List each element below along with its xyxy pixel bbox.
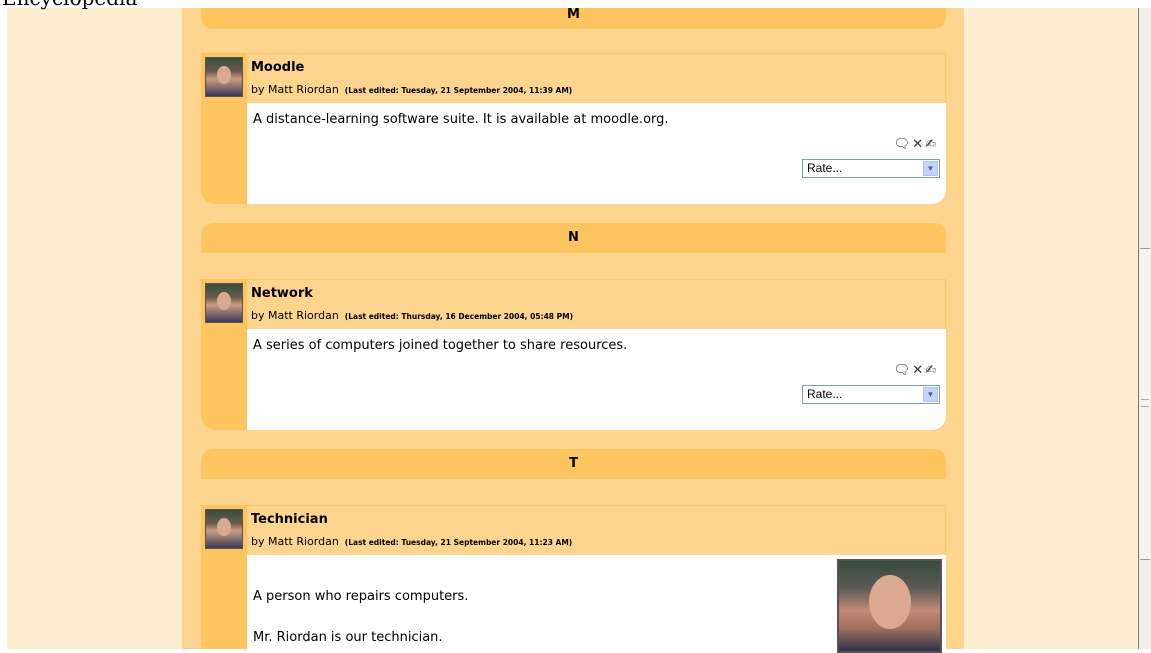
entry-header: Moodle by Matt Riordan (Last edited: Tues… xyxy=(247,53,946,104)
entry-title: Technician xyxy=(251,512,328,527)
avatar[interactable] xyxy=(205,509,243,549)
author-link[interactable]: by Matt Riordan xyxy=(251,83,339,96)
entry-text: A series of computers joined together to… xyxy=(253,338,628,353)
last-edited: (Last edited: Tuesday, 21 September 2004… xyxy=(344,86,573,95)
entry-header: Technician by Matt Riordan (Last edited: … xyxy=(247,505,946,556)
rate-select[interactable]: Rate... ▼ xyxy=(802,385,940,404)
author-link[interactable]: by Matt Riordan xyxy=(251,309,339,322)
vertical-scrollbar[interactable] xyxy=(1138,8,1151,649)
entry-text: A distance-learning software suite. It i… xyxy=(253,112,669,127)
delete-icon[interactable]: ✕ xyxy=(912,137,925,152)
entry-body: A series of computers joined together to… xyxy=(247,329,946,430)
entry-network: Network by Matt Riordan (Last edited: Thu… xyxy=(201,279,946,430)
entry-sidebar xyxy=(201,505,247,649)
entry-sidebar xyxy=(201,279,247,430)
edit-icon[interactable]: ✍ xyxy=(925,137,938,152)
scrollbar-thumb[interactable] xyxy=(1140,248,1150,560)
entry-body: A person who repairs computers. Mr. Rior… xyxy=(247,555,946,653)
comment-icon[interactable]: 🗨 xyxy=(894,363,913,378)
entry-technician: Technician by Matt Riordan (Last edited: … xyxy=(201,505,946,653)
entry-sidebar xyxy=(201,53,247,204)
section-letter-m: M xyxy=(201,8,946,29)
clipped-heading: Encyclopedia xyxy=(0,0,190,10)
scrollbar-grip-icon xyxy=(1141,399,1149,407)
entry-actions: 🗨✕✍ xyxy=(894,363,938,378)
last-edited: (Last edited: Tuesday, 21 September 2004… xyxy=(344,538,573,547)
avatar[interactable] xyxy=(205,57,243,97)
entry-title: Network xyxy=(251,286,313,301)
entry-text-2: Mr. Riordan is our technician. xyxy=(253,630,443,645)
author-link[interactable]: by Matt Riordan xyxy=(251,535,339,548)
entry-header: Network by Matt Riordan (Last edited: Thu… xyxy=(247,279,946,330)
entry-body: A distance-learning software suite. It i… xyxy=(247,103,946,204)
avatar[interactable] xyxy=(205,283,243,323)
entry-moodle: Moodle by Matt Riordan (Last edited: Tues… xyxy=(201,53,946,204)
entry-byline: by Matt Riordan (Last edited: Tuesday, 21… xyxy=(251,83,572,96)
entry-title: Moodle xyxy=(251,60,305,75)
last-edited: (Last edited: Thursday, 16 December 2004… xyxy=(344,312,574,321)
section-letter-n: N xyxy=(201,223,946,253)
chevron-down-icon[interactable]: ▼ xyxy=(923,387,938,402)
entry-actions: 🗨✕✍ xyxy=(894,137,938,152)
entry-byline: by Matt Riordan (Last edited: Thursday, 1… xyxy=(251,309,573,322)
comment-icon[interactable]: 🗨 xyxy=(894,137,913,152)
rate-select[interactable]: Rate... ▼ xyxy=(802,159,940,178)
rate-select-value: Rate... xyxy=(807,387,843,401)
edit-icon[interactable]: ✍ xyxy=(925,363,938,378)
delete-icon[interactable]: ✕ xyxy=(912,363,925,378)
entry-byline: by Matt Riordan (Last edited: Tuesday, 21… xyxy=(251,535,572,548)
chevron-down-icon[interactable]: ▼ xyxy=(923,161,938,176)
technician-photo xyxy=(837,559,942,653)
rate-select-value: Rate... xyxy=(807,161,843,175)
section-letter-t: T xyxy=(201,449,946,479)
entry-text: A person who repairs computers. xyxy=(253,589,469,604)
